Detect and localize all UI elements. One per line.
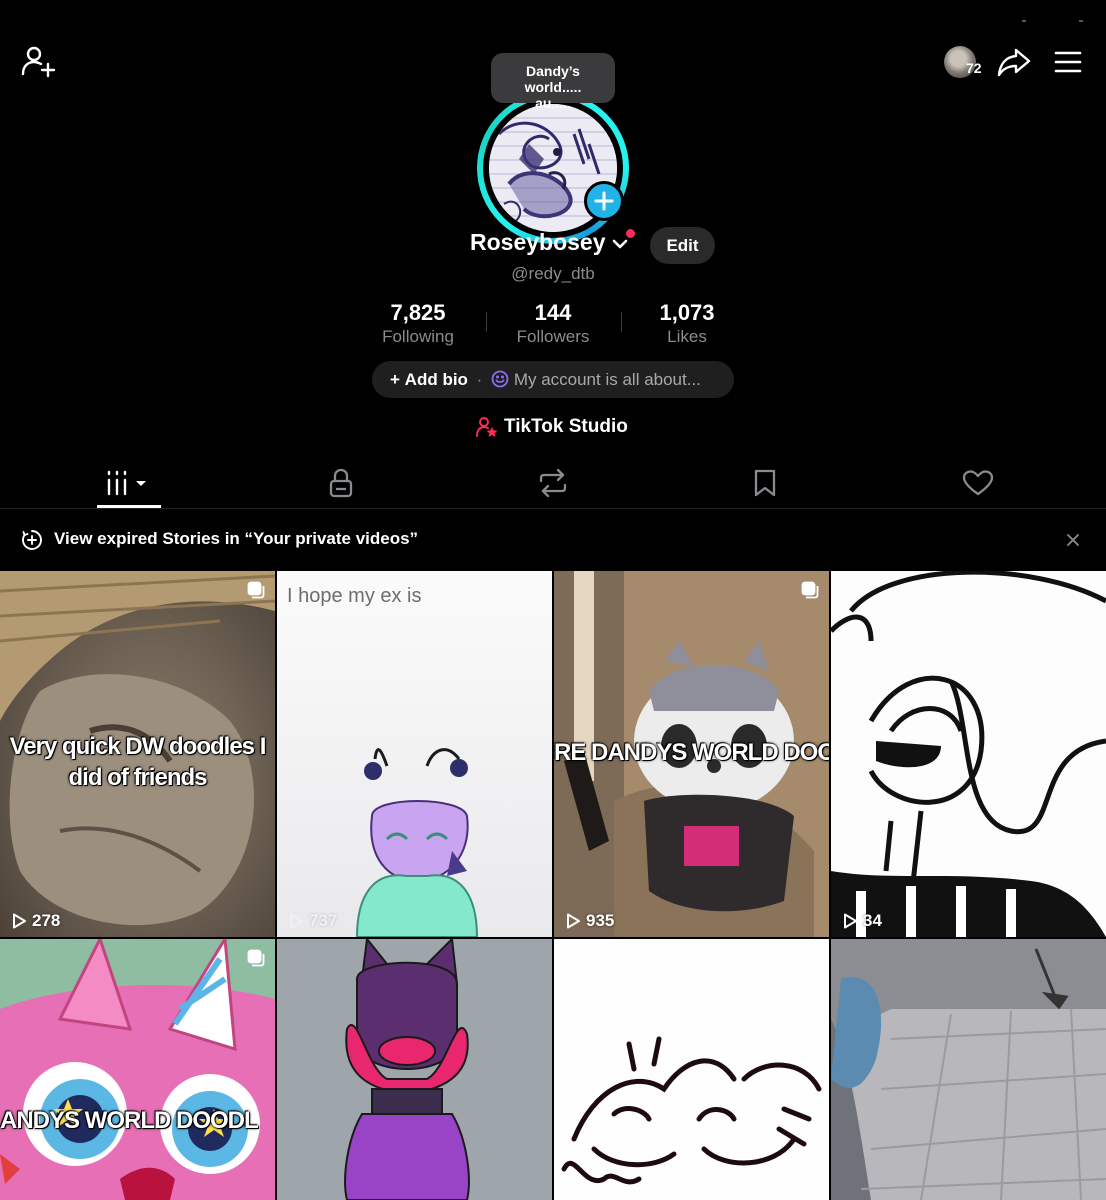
- video-caption: RE DANDYS WORLD DOOD: [554, 739, 829, 766]
- view-count: 737: [287, 911, 337, 931]
- bookmark-icon: [753, 468, 777, 498]
- video-thumbnail-image: [554, 939, 829, 1200]
- smiley-icon: [491, 370, 509, 388]
- menu-icon[interactable]: [1050, 44, 1086, 80]
- edit-profile-button[interactable]: Edit: [650, 227, 715, 264]
- followers-label: Followers: [516, 327, 590, 346]
- banner-text: View expired Stories in “Your private vi…: [54, 529, 419, 548]
- add-story-button[interactable]: [584, 181, 624, 221]
- note-bubble-text: Dandy’s world..... au.....: [524, 63, 582, 111]
- view-count: 34: [841, 911, 882, 931]
- play-icon: [290, 913, 303, 929]
- video-thumbnail[interactable]: Very quick DW doodles I did of friends 2…: [0, 571, 275, 937]
- video-thumbnail[interactable]: [831, 939, 1106, 1200]
- bio-prompt: My account is all about...: [513, 370, 701, 389]
- username: @redy_dtb: [511, 264, 595, 283]
- followers-stat[interactable]: 144 Followers: [483, 300, 623, 348]
- expired-stories-banner[interactable]: View expired Stories in “Your private vi…: [0, 509, 1106, 570]
- play-icon: [567, 913, 580, 929]
- video-thumbnail[interactable]: I hope my ex is 737: [277, 571, 552, 937]
- bio-separator: ·: [476, 370, 483, 389]
- display-name[interactable]: Roseybosey: [470, 229, 606, 256]
- tab-private[interactable]: [235, 460, 447, 506]
- lock-icon: [328, 468, 354, 498]
- tab-videos[interactable]: [23, 460, 235, 506]
- multi-photo-icon: [247, 581, 265, 599]
- video-thumbnail-image: [831, 939, 1106, 1200]
- tab-liked[interactable]: [872, 460, 1084, 506]
- profile-viewers-count[interactable]: 72: [966, 60, 982, 76]
- view-count-value: 935: [586, 911, 615, 930]
- view-count: 935: [564, 911, 614, 931]
- chevron-down-icon[interactable]: [611, 237, 629, 251]
- likes-stat[interactable]: 1,073 Likes: [617, 300, 757, 348]
- video-thumbnail[interactable]: ANDYS WORLD DOODL: [0, 939, 275, 1200]
- add-bio-label: Add bio: [404, 370, 468, 389]
- share-icon[interactable]: [996, 44, 1032, 80]
- following-count: 7,825: [390, 300, 446, 325]
- multi-photo-icon: [247, 949, 265, 967]
- heart-icon: [962, 469, 994, 497]
- following-label: Following: [382, 327, 454, 346]
- video-thumbnail-image: [831, 571, 1106, 937]
- status-dot: [1022, 20, 1026, 22]
- tiktok-studio-link[interactable]: TikTok Studio: [476, 414, 628, 440]
- view-count-value: 278: [32, 911, 61, 930]
- status-dot: [1079, 20, 1083, 22]
- video-thumbnail-image: [277, 939, 552, 1200]
- play-icon: [13, 913, 26, 929]
- view-count-value: 737: [309, 911, 338, 930]
- likes-count: 1,073: [659, 300, 715, 325]
- tiktok-studio-label: TikTok Studio: [504, 416, 628, 437]
- tab-reposts[interactable]: [447, 460, 659, 506]
- view-count: 278: [10, 911, 60, 931]
- video-thumbnail-image: [277, 571, 552, 937]
- following-stat[interactable]: 7,825 Following: [348, 300, 488, 348]
- likes-label: Likes: [667, 327, 707, 346]
- video-caption: ANDYS WORLD DOODL: [0, 1107, 259, 1134]
- multi-photo-icon: [801, 581, 819, 599]
- add-friend-icon[interactable]: [20, 44, 56, 80]
- view-count-value: 34: [863, 911, 882, 930]
- video-caption: Very quick DW doodles I did of friends: [9, 733, 267, 791]
- close-icon[interactable]: [1064, 531, 1082, 549]
- notification-dot: [626, 229, 635, 238]
- video-thumbnail[interactable]: RE DANDYS WORLD DOOD 935: [554, 571, 829, 937]
- plus-icon: +: [390, 370, 400, 389]
- story-add-icon: [21, 529, 43, 551]
- video-thumbnail[interactable]: 34: [831, 571, 1106, 937]
- video-thumbnail-image: [0, 939, 275, 1200]
- videos-grid-icon: [106, 469, 152, 497]
- add-bio-button[interactable]: + Add bio · My account is all about...: [372, 361, 734, 398]
- video-thumbnail[interactable]: [554, 939, 829, 1200]
- play-icon: [844, 913, 857, 929]
- profile-avatar[interactable]: [477, 92, 629, 244]
- creator-icon: [476, 416, 498, 438]
- repost-icon: [537, 468, 569, 498]
- video-caption: I hope my ex is: [287, 585, 422, 607]
- video-thumbnail[interactable]: [277, 939, 552, 1200]
- note-bubble[interactable]: Dandy’s world..... au.....: [491, 53, 615, 111]
- tab-favorites[interactable]: [659, 460, 871, 506]
- followers-count: 144: [534, 300, 572, 325]
